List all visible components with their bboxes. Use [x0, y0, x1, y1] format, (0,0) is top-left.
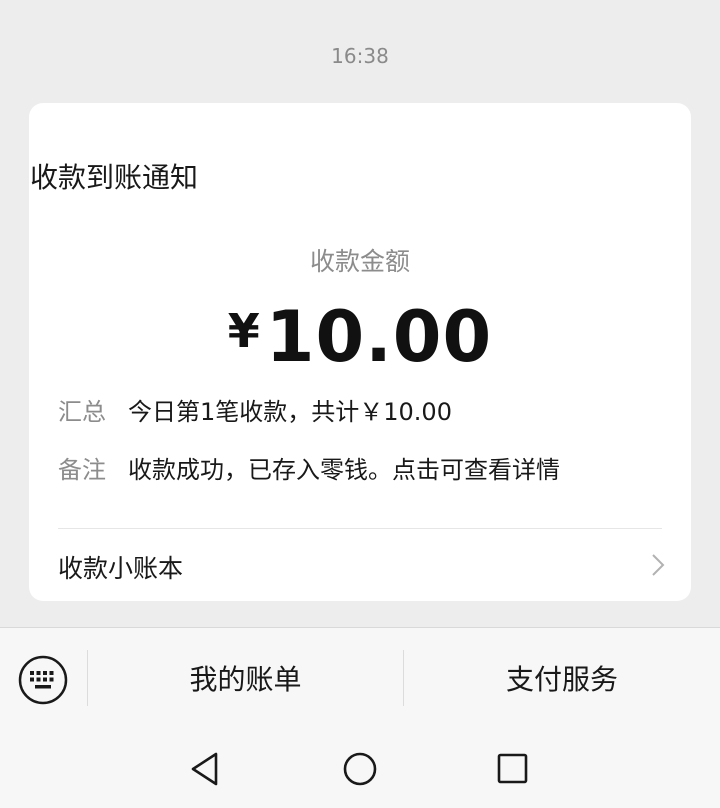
recents-square-icon[interactable] [494, 751, 530, 787]
summary-value: 今日第1笔收款，共计￥10.00 [128, 398, 452, 426]
chevron-right-icon [652, 554, 665, 576]
bottom-menu-bar: 我的账单 支付服务 [0, 627, 720, 732]
amount-label: 收款金额 [309, 247, 410, 276]
home-circle-icon[interactable] [342, 751, 378, 787]
payment-services-button[interactable]: 支付服务 [404, 628, 720, 732]
summary-row: 汇总 今日第1笔收款，共计￥10.00 [58, 392, 452, 427]
keyboard-icon[interactable] [18, 655, 68, 705]
note-row: 备注 收款成功，已存入零钱。点击可查看详情 [58, 450, 560, 485]
currency-symbol: ¥ [227, 304, 260, 358]
note-key: 备注 [58, 456, 106, 484]
ledger-link[interactable]: 收款小账本 [29, 529, 691, 601]
message-timestamp: 16:38 [331, 44, 389, 68]
back-triangle-icon[interactable] [188, 751, 224, 787]
note-value: 收款成功，已存入零钱。点击可查看详情 [128, 456, 560, 484]
ledger-link-label: 收款小账本 [58, 554, 184, 583]
amount-display: ¥10.00 [0, 296, 720, 378]
amount-value: 10.00 [265, 296, 493, 378]
my-bills-button[interactable]: 我的账单 [88, 628, 403, 732]
summary-key: 汇总 [58, 398, 106, 426]
card-title: 收款到账通知 [30, 161, 199, 194]
system-navigation-bar [0, 731, 720, 808]
